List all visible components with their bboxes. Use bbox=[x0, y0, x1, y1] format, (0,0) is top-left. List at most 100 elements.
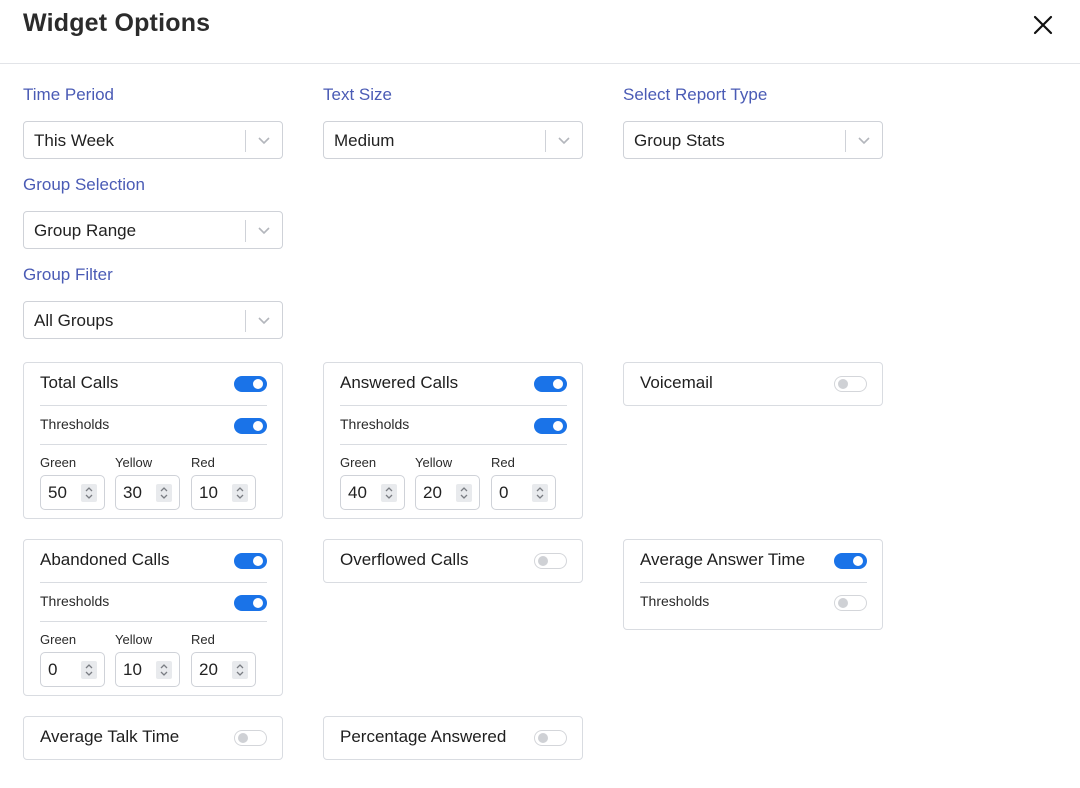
input-value: 0 bbox=[499, 483, 509, 502]
report-type-select[interactable]: Group Stats bbox=[623, 121, 883, 159]
thresholds-label: Thresholds bbox=[40, 593, 110, 609]
average-answer-time-card: Average Answer Time Thresholds bbox=[623, 539, 883, 630]
card-title: Total Calls bbox=[40, 373, 119, 392]
input-value: 10 bbox=[199, 483, 218, 502]
time-period-select[interactable]: This Week bbox=[23, 121, 283, 159]
stepper-arrows-icon[interactable] bbox=[456, 484, 472, 502]
divider bbox=[640, 582, 867, 583]
chevron-down-icon[interactable] bbox=[556, 134, 572, 148]
divider bbox=[340, 444, 567, 445]
percentage-answered-card: Percentage Answered bbox=[323, 716, 583, 760]
report-type-label: Select Report Type bbox=[623, 85, 768, 104]
total-calls-toggle[interactable] bbox=[234, 376, 267, 392]
card-title: Average Talk Time bbox=[40, 727, 180, 746]
divider bbox=[40, 444, 267, 445]
answered-calls-card: Answered Calls Thresholds Green Yellow R… bbox=[323, 362, 583, 519]
average-answer-time-toggle[interactable] bbox=[834, 553, 867, 569]
divider bbox=[340, 405, 567, 406]
total-calls-card: Total Calls Thresholds Green Yellow Red … bbox=[23, 362, 283, 519]
yellow-threshold-input[interactable]: 30 bbox=[115, 475, 180, 510]
yellow-threshold-input[interactable]: 10 bbox=[115, 652, 180, 687]
input-value: 30 bbox=[123, 483, 142, 502]
yellow-label: Yellow bbox=[115, 632, 153, 647]
green-label: Green bbox=[40, 455, 77, 470]
chevron-down-icon[interactable] bbox=[256, 134, 272, 148]
green-threshold-input[interactable]: 0 bbox=[40, 652, 105, 687]
group-selection-value: Group Range bbox=[34, 221, 137, 240]
total-calls-thresholds-toggle[interactable] bbox=[234, 418, 267, 434]
group-filter-value: All Groups bbox=[34, 311, 114, 330]
select-separator bbox=[845, 130, 846, 152]
abandoned-calls-card: Abandoned Calls Thresholds Green Yellow … bbox=[23, 539, 283, 696]
card-title: Average Answer Time bbox=[640, 550, 806, 569]
red-threshold-input[interactable]: 10 bbox=[191, 475, 256, 510]
answered-calls-toggle[interactable] bbox=[534, 376, 567, 392]
report-type-value: Group Stats bbox=[634, 131, 725, 150]
yellow-label: Yellow bbox=[115, 455, 153, 470]
green-threshold-input[interactable]: 40 bbox=[340, 475, 405, 510]
stepper-arrows-icon[interactable] bbox=[81, 484, 97, 502]
dialog-header: Widget Options bbox=[0, 0, 1080, 64]
voicemail-card: Voicemail bbox=[623, 362, 883, 406]
stepper-arrows-icon[interactable] bbox=[232, 661, 248, 679]
red-threshold-input[interactable]: 20 bbox=[191, 652, 256, 687]
average-talk-time-toggle[interactable] bbox=[234, 730, 267, 746]
stepper-arrows-icon[interactable] bbox=[156, 484, 172, 502]
text-size-label: Text Size bbox=[323, 85, 392, 104]
stepper-arrows-icon[interactable] bbox=[156, 661, 172, 679]
red-label: Red bbox=[191, 455, 215, 470]
red-label: Red bbox=[491, 455, 515, 470]
input-value: 10 bbox=[123, 660, 142, 679]
card-title: Overflowed Calls bbox=[340, 550, 469, 569]
group-filter-select[interactable]: All Groups bbox=[23, 301, 283, 339]
chevron-down-icon[interactable] bbox=[256, 314, 272, 328]
answered-calls-thresholds-toggle[interactable] bbox=[534, 418, 567, 434]
select-separator bbox=[245, 130, 246, 152]
divider bbox=[40, 582, 267, 583]
green-label: Green bbox=[40, 632, 77, 647]
divider bbox=[40, 405, 267, 406]
green-threshold-input[interactable]: 50 bbox=[40, 475, 105, 510]
time-period-label: Time Period bbox=[23, 85, 115, 104]
card-title: Answered Calls bbox=[340, 373, 459, 392]
group-selection-select[interactable]: Group Range bbox=[23, 211, 283, 249]
group-filter-label: Group Filter bbox=[23, 265, 113, 284]
yellow-label: Yellow bbox=[415, 455, 453, 470]
input-value: 20 bbox=[423, 483, 442, 502]
chevron-down-icon[interactable] bbox=[856, 134, 872, 148]
select-separator bbox=[245, 310, 246, 332]
card-title: Voicemail bbox=[640, 373, 713, 392]
red-threshold-input[interactable]: 0 bbox=[491, 475, 556, 510]
group-selection-label: Group Selection bbox=[23, 175, 145, 194]
input-value: 40 bbox=[348, 483, 367, 502]
voicemail-toggle[interactable] bbox=[834, 376, 867, 392]
card-title: Percentage Answered bbox=[340, 727, 507, 746]
average-talk-time-card: Average Talk Time bbox=[23, 716, 283, 760]
text-size-select[interactable]: Medium bbox=[323, 121, 583, 159]
thresholds-label: Thresholds bbox=[640, 593, 710, 609]
close-icon[interactable] bbox=[1030, 12, 1056, 38]
card-title: Abandoned Calls bbox=[40, 550, 170, 569]
green-label: Green bbox=[340, 455, 377, 470]
time-period-value: This Week bbox=[34, 131, 114, 150]
stepper-arrows-icon[interactable] bbox=[232, 484, 248, 502]
stepper-arrows-icon[interactable] bbox=[81, 661, 97, 679]
input-value: 20 bbox=[199, 660, 218, 679]
yellow-threshold-input[interactable]: 20 bbox=[415, 475, 480, 510]
chevron-down-icon[interactable] bbox=[256, 224, 272, 238]
thresholds-label: Thresholds bbox=[340, 416, 410, 432]
abandoned-calls-thresholds-toggle[interactable] bbox=[234, 595, 267, 611]
stepper-arrows-icon[interactable] bbox=[532, 484, 548, 502]
input-value: 50 bbox=[48, 483, 67, 502]
overflowed-calls-toggle[interactable] bbox=[534, 553, 567, 569]
stepper-arrows-icon[interactable] bbox=[381, 484, 397, 502]
divider bbox=[40, 621, 267, 622]
abandoned-calls-toggle[interactable] bbox=[234, 553, 267, 569]
input-value: 0 bbox=[48, 660, 58, 679]
select-separator bbox=[545, 130, 546, 152]
text-size-value: Medium bbox=[334, 131, 395, 150]
dialog-title: Widget Options bbox=[23, 9, 211, 37]
red-label: Red bbox=[191, 632, 215, 647]
percentage-answered-toggle[interactable] bbox=[534, 730, 567, 746]
average-answer-time-thresholds-toggle[interactable] bbox=[834, 595, 867, 611]
